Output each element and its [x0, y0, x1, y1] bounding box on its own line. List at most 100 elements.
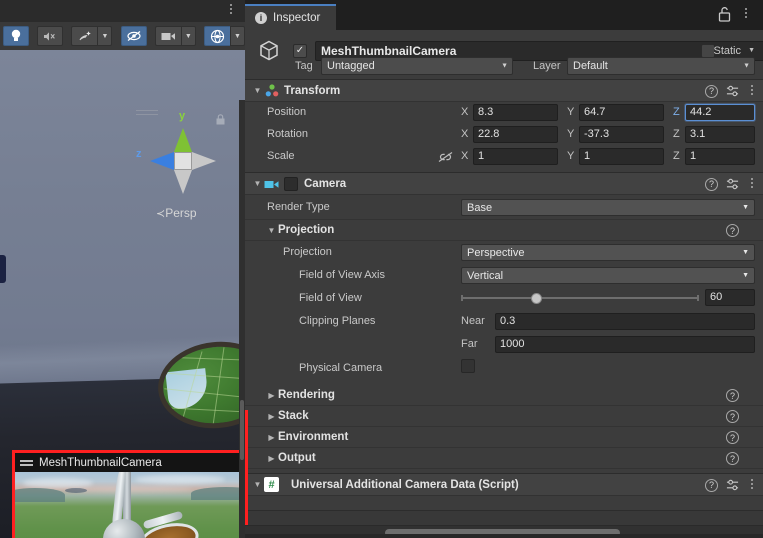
scene-orientation-gizmo[interactable]: y z ≺Persp: [128, 108, 236, 228]
camera-preview-header[interactable]: MeshThumbnailCamera: [15, 453, 245, 472]
render-type-dropdown[interactable]: Base ▼: [461, 199, 755, 216]
camera-preview-panel[interactable]: MeshThumbnailCamera: [12, 450, 245, 538]
tab-inspector[interactable]: i Inspector: [245, 4, 337, 30]
position-y-input[interactable]: 64.7: [579, 104, 664, 121]
script-kebab-menu-icon[interactable]: [747, 479, 757, 491]
help-icon[interactable]: ?: [726, 224, 739, 237]
projection-section-header[interactable]: ▼ Projection ?: [245, 219, 763, 241]
preset-icon[interactable]: [726, 178, 739, 190]
camera-enabled-checkbox[interactable]: [284, 176, 298, 191]
effects-dropdown-caret[interactable]: ▼: [97, 26, 113, 46]
inspector-kebab-menu-icon[interactable]: [741, 8, 751, 20]
rotation-z-label: Z: [673, 128, 680, 140]
scale-label: Scale: [267, 150, 295, 162]
render-type-row: Render Type Base ▼: [245, 195, 763, 219]
near-input[interactable]: 0.3: [495, 313, 755, 330]
effects-toggle[interactable]: [71, 26, 98, 46]
environment-section[interactable]: ▶ Environment ?: [245, 427, 763, 448]
script-icon: #: [264, 477, 279, 492]
position-z-input[interactable]: 44.2: [685, 104, 755, 121]
help-icon[interactable]: ?: [726, 389, 739, 402]
layer-dropdown[interactable]: Default ▼: [567, 57, 755, 75]
gizmo-projection-label[interactable]: ≺Persp: [156, 206, 197, 220]
gizmos-dropdown-caret[interactable]: ▼: [230, 26, 245, 46]
fov-input[interactable]: 60: [705, 289, 755, 306]
position-y-label: Y: [567, 106, 575, 118]
far-input[interactable]: 1000: [495, 336, 755, 353]
tag-dropdown[interactable]: Untagged ▼: [321, 57, 513, 75]
script-component-header[interactable]: ▼ # Universal Additional Camera Data (Sc…: [245, 474, 763, 496]
transform-header[interactable]: ▼ Transform ?: [245, 80, 763, 102]
preset-icon[interactable]: [726, 85, 739, 97]
lighting-toggle[interactable]: [3, 26, 29, 46]
camera-preview-render: [15, 472, 245, 538]
scene-object-silhouette: [0, 255, 6, 283]
rotation-x-input[interactable]: 22.8: [473, 126, 558, 143]
transform-foldout-icon[interactable]: ▼: [251, 86, 264, 95]
projection-value: Perspective: [467, 246, 525, 259]
position-x-input[interactable]: 8.3: [473, 104, 558, 121]
scale-x-label: X: [461, 150, 469, 162]
gizmo-negy-axis-cone[interactable]: [174, 170, 192, 194]
scale-z-input[interactable]: 1: [685, 148, 755, 165]
fov-row: Field of View 60: [245, 287, 763, 310]
help-icon[interactable]: ?: [726, 452, 739, 465]
output-foldout-icon[interactable]: ▶: [265, 454, 278, 463]
output-section[interactable]: ▶ Output ?: [245, 448, 763, 469]
chevron-down-icon: ▼: [742, 204, 749, 211]
gizmo-z-axis-cone[interactable]: [150, 152, 174, 170]
gameobject-enabled-checkbox[interactable]: ✓: [293, 44, 307, 58]
fov-slider-handle[interactable]: [531, 293, 542, 304]
chevron-down-icon: ▼: [742, 272, 749, 279]
help-icon[interactable]: ?: [726, 410, 739, 423]
camera-header[interactable]: ▼ Camera ?: [245, 173, 763, 195]
environment-foldout-icon[interactable]: ▶: [265, 433, 278, 442]
camera-foldout-icon[interactable]: ▼: [251, 179, 264, 188]
rotation-y-input[interactable]: -37.3: [579, 126, 664, 143]
gizmo-globe-icon: [210, 29, 225, 43]
padlock-open-icon[interactable]: [718, 7, 731, 22]
drag-handle-icon[interactable]: [20, 459, 33, 466]
help-icon[interactable]: ?: [705, 177, 718, 191]
rendering-section[interactable]: ▶ Rendering ?: [245, 385, 763, 406]
scene-scrollbar-thumb[interactable]: [240, 400, 244, 460]
help-icon[interactable]: ?: [726, 431, 739, 444]
gizmo-lock-icon[interactable]: [216, 114, 225, 125]
gizmos-toggle[interactable]: [204, 26, 231, 46]
scene-viewport[interactable]: y z ≺Persp MeshThumbnailCamera: [0, 50, 245, 538]
projection-section-title: Projection: [278, 224, 335, 236]
scale-x-input[interactable]: 1: [473, 148, 558, 165]
script-foldout-icon[interactable]: ▼: [251, 480, 264, 489]
scale-y-input[interactable]: 1: [579, 148, 664, 165]
chevron-down-icon: ▼: [501, 62, 508, 70]
gizmo-x-axis-cone[interactable]: [192, 152, 216, 170]
stack-section[interactable]: ▶ Stack ?: [245, 406, 763, 427]
static-dropdown-caret[interactable]: ▼: [748, 47, 755, 54]
scene-camera-dropdown-caret[interactable]: ▼: [180, 26, 196, 46]
physical-camera-checkbox[interactable]: [461, 359, 475, 373]
preset-icon[interactable]: [726, 479, 739, 491]
fov-axis-value: Vertical: [467, 269, 504, 282]
fov-slider-track[interactable]: [461, 295, 699, 301]
scene-camera-button[interactable]: [154, 26, 181, 46]
hidden-objects-toggle[interactable]: [120, 26, 147, 46]
gizmo-center-cube[interactable]: [174, 152, 192, 170]
projection-dropdown[interactable]: Perspective ▼: [461, 244, 755, 261]
stack-foldout-icon[interactable]: ▶: [265, 412, 278, 421]
scene-kebab-menu-icon[interactable]: [225, 4, 237, 18]
transform-kebab-menu-icon[interactable]: [747, 85, 757, 97]
projection-foldout-icon[interactable]: ▼: [265, 226, 278, 235]
camera-kebab-menu-icon[interactable]: [747, 178, 757, 190]
audio-toggle[interactable]: [37, 26, 64, 46]
constrain-proportions-off-icon[interactable]: [438, 151, 453, 163]
gizmo-y-axis-cone[interactable]: [174, 128, 192, 152]
help-icon[interactable]: ?: [705, 478, 718, 492]
camera-component-icon: [264, 180, 279, 188]
fov-axis-dropdown[interactable]: Vertical ▼: [461, 267, 755, 284]
rotation-z-input[interactable]: 3.1: [685, 126, 755, 143]
fov-label: Field of View: [299, 292, 362, 304]
help-icon[interactable]: ?: [705, 84, 718, 98]
fov-axis-row: Field of View Axis Vertical ▼: [245, 264, 763, 287]
audio-mute-icon: [44, 31, 56, 41]
rendering-foldout-icon[interactable]: ▶: [265, 391, 278, 400]
